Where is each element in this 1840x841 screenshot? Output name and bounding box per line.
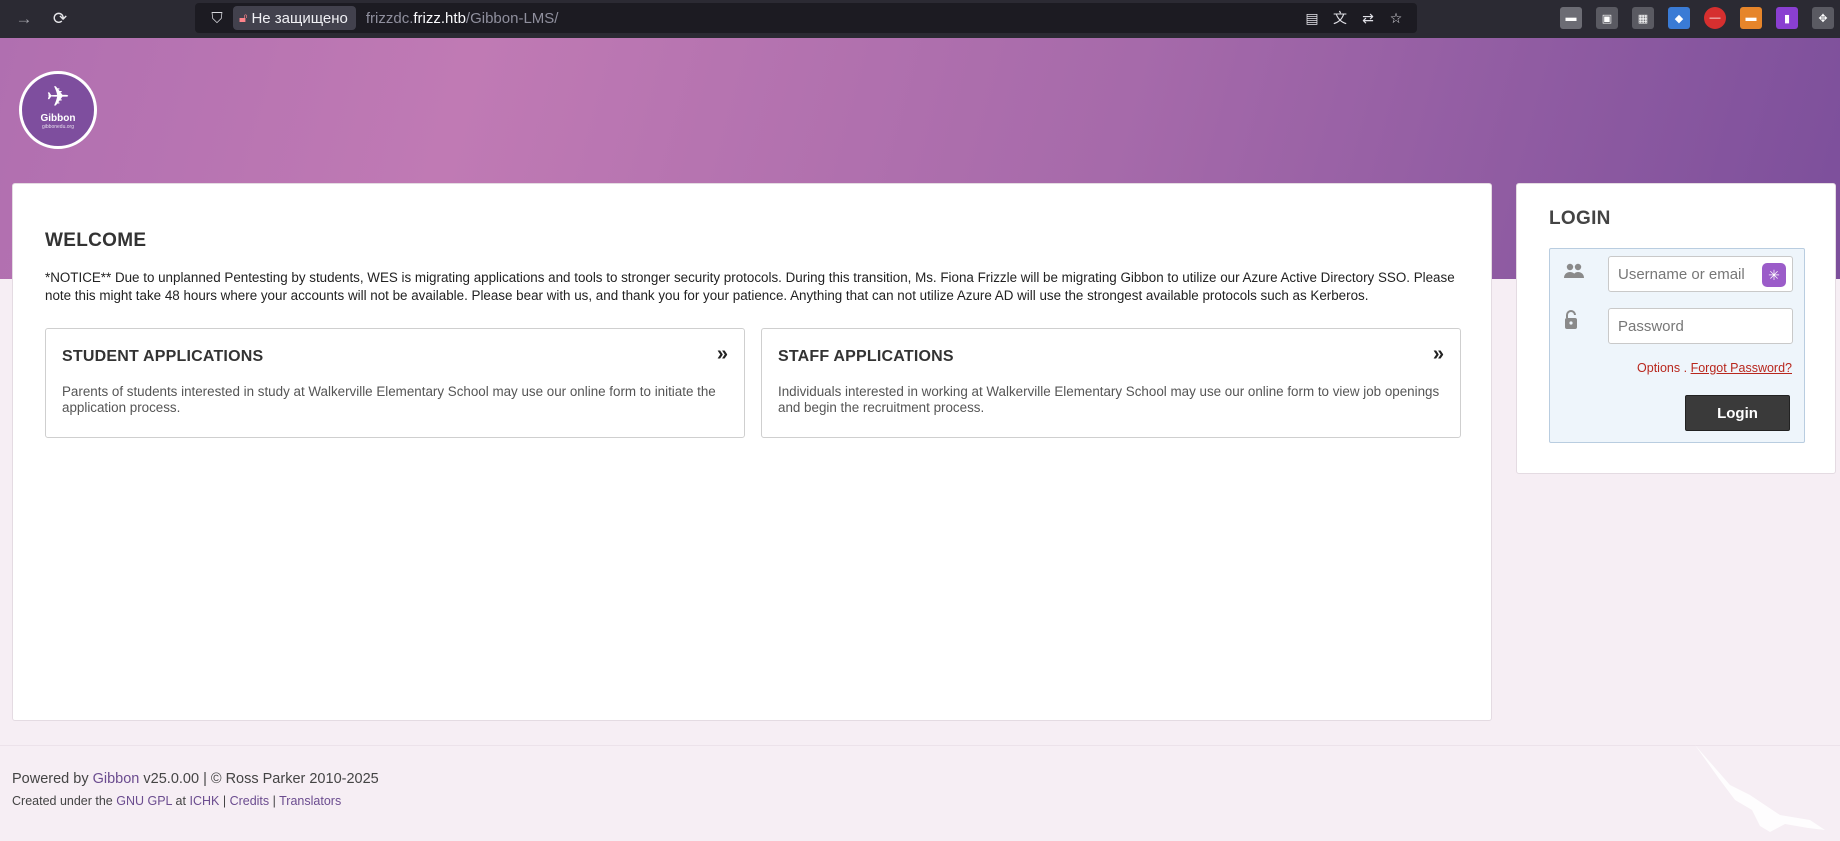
- translators-link[interactable]: Translators: [279, 794, 341, 808]
- student-applications-description: Parents of students interested in study …: [62, 384, 716, 415]
- password-manager-icon[interactable]: ✳: [1762, 263, 1786, 287]
- login-button[interactable]: Login: [1685, 395, 1790, 431]
- username-input[interactable]: Username or email ✳: [1608, 256, 1793, 292]
- footer-divider: [0, 745, 1840, 746]
- back-arrow-icon[interactable]: →: [12, 7, 36, 31]
- powered-by-text: Powered by: [12, 771, 89, 787]
- extensions-menu-icon[interactable]: ✥: [1812, 7, 1834, 29]
- staff-applications-description: Individuals interested in working at Wal…: [778, 384, 1440, 415]
- gibbon-logo[interactable]: ✈ Gibbon gibbonedu.org: [19, 71, 97, 149]
- insecure-lock-icon: 🔓︎: [239, 10, 248, 25]
- logo-name: Gibbon: [40, 112, 76, 124]
- translate-icon[interactable]: 文: [1329, 7, 1351, 29]
- credits-link[interactable]: Credits: [230, 794, 270, 808]
- student-applications-box[interactable]: STUDENT APPLICATIONS » Parents of studen…: [45, 328, 745, 438]
- gibbon-link[interactable]: Gibbon: [93, 771, 140, 787]
- footer-separator: |: [272, 794, 276, 808]
- footer-powered-by: Powered by Gibbon v25.0.00 | © Ross Park…: [12, 771, 379, 787]
- password-placeholder: Password: [1618, 317, 1684, 335]
- version-text: v25.0.00 | © Ross Parker 2010-2025: [143, 771, 379, 787]
- created-under-text: Created under the: [12, 794, 113, 808]
- gnu-gpl-link[interactable]: GNU GPL: [116, 794, 172, 808]
- extension-icon[interactable]: —: [1704, 7, 1726, 29]
- url-path: /Gibbon-LMS/: [465, 9, 559, 27]
- url-host: frizz.htb: [413, 9, 466, 27]
- options-link[interactable]: Options: [1637, 361, 1680, 375]
- reader-view-icon[interactable]: ▤: [1301, 7, 1323, 29]
- url-text[interactable]: frizzdc.frizz.htb/Gibbon-LMS/: [366, 10, 559, 27]
- browser-toolbar: → ⟳ ⛉ 🔓︎ Не защищено frizzdc.frizz.htb/G…: [0, 0, 1840, 38]
- welcome-title: WELCOME: [45, 230, 147, 251]
- extension-icon[interactable]: ▮: [1776, 7, 1798, 29]
- student-applications-title[interactable]: STUDENT APPLICATIONS: [62, 348, 263, 366]
- extension-icon[interactable]: ▦: [1632, 7, 1654, 29]
- security-label: Не защищено: [251, 9, 348, 27]
- at-text: at: [175, 794, 186, 808]
- options-separator: .: [1683, 361, 1688, 375]
- logo-sub: gibbonedu.org: [42, 123, 74, 130]
- login-form: Username or email ✳ Password Options . F…: [1549, 248, 1805, 443]
- double-chevron-right-icon[interactable]: »: [1433, 343, 1444, 366]
- bookmark-star-icon[interactable]: ☆: [1385, 7, 1407, 29]
- notice-text: *NOTICE** Due to unplanned Pentesting by…: [45, 270, 1455, 303]
- footer-credits: Created under the GNU GPL at ICHK | Cred…: [12, 794, 341, 808]
- staff-applications-title[interactable]: STAFF APPLICATIONS: [778, 348, 954, 366]
- options-row: Options . Forgot Password?: [1637, 361, 1792, 375]
- url-prefix: frizzdc.: [365, 9, 414, 27]
- double-chevron-right-icon[interactable]: »: [717, 343, 728, 366]
- extension-icon[interactable]: ▬: [1740, 7, 1762, 29]
- ichk-link[interactable]: ICHK: [189, 794, 219, 808]
- address-bar[interactable]: ⛉ 🔓︎ Не защищено frizzdc.frizz.htb/Gibbo…: [195, 3, 1417, 33]
- staff-applications-box[interactable]: STAFF APPLICATIONS » Individuals interes…: [761, 328, 1461, 438]
- shield-icon[interactable]: ⛉: [203, 4, 231, 32]
- extension-icon[interactable]: ▬: [1560, 7, 1582, 29]
- reload-icon[interactable]: ⟳: [48, 7, 72, 31]
- users-icon: [1563, 262, 1585, 285]
- extension-icon[interactable]: ▣: [1596, 7, 1618, 29]
- password-input[interactable]: Password: [1608, 308, 1793, 344]
- extension-icon[interactable]: ◆: [1668, 7, 1690, 29]
- gibbon-watermark-icon: [1695, 745, 1825, 832]
- login-card: LOGIN Username or email ✳ Password Optio…: [1516, 183, 1836, 474]
- security-badge[interactable]: 🔓︎ Не защищено: [233, 6, 356, 30]
- username-placeholder: Username or email: [1618, 265, 1745, 283]
- welcome-card: WELCOME *NOTICE** Due to unplanned Pente…: [12, 183, 1492, 721]
- gibbon-figure-icon: ✈: [46, 80, 70, 112]
- login-title: LOGIN: [1549, 208, 1611, 229]
- forgot-password-link[interactable]: Forgot Password?: [1691, 361, 1792, 375]
- lock-icon: [1563, 310, 1579, 335]
- translate-page-icon[interactable]: ⇄: [1357, 7, 1379, 29]
- footer-separator: |: [222, 794, 227, 808]
